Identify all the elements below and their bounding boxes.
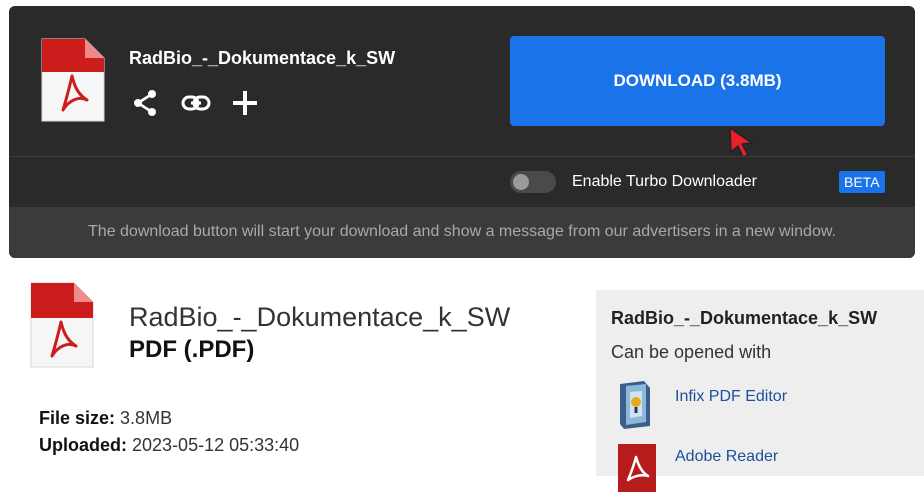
download-panel: RadBio_-_Dokumentace_k_SW DOWNLOAD (3.8M… (9, 6, 915, 258)
app-name-adobe[interactable]: Adobe Reader (675, 448, 778, 466)
turbo-toggle[interactable] (510, 171, 556, 193)
mouse-pointer-icon (727, 126, 755, 160)
pdf-file-icon (41, 38, 105, 122)
file-size: File size: 3.8MB (39, 408, 172, 429)
plus-icon[interactable] (230, 88, 260, 118)
open-with-panel: RadBio_-_Dokumentace_k_SW Can be opened … (596, 290, 924, 492)
app-name-infix[interactable]: Infix PDF Editor (675, 388, 787, 406)
download-notice: The download button will start your down… (88, 223, 836, 240)
pdf-file-icon-large (30, 282, 94, 368)
adobe-reader-icon (616, 442, 658, 492)
sidebar-file-title: RadBio_-_Dokumentace_k_SW (611, 308, 878, 328)
turbo-label: Enable Turbo Downloader (572, 173, 758, 190)
beta-badge: BETA (839, 171, 885, 193)
file-name: RadBio_-_Dokumentace_k_SW (129, 302, 511, 332)
file-type: PDF (.PDF) (129, 336, 255, 363)
upload-date: Uploaded: 2023-05-12 05:33:40 (39, 435, 299, 456)
sidebar-subtitle: Can be opened with (611, 342, 772, 362)
divider (9, 156, 915, 157)
toggle-knob (513, 174, 529, 190)
notice-bar: The download button will start your down… (9, 207, 915, 258)
file-size-label: File size: (39, 408, 116, 428)
share-icon[interactable] (131, 88, 161, 118)
infix-pdf-editor-icon (616, 380, 658, 430)
link-icon[interactable] (181, 88, 211, 118)
file-title: RadBio_-_Dokumentace_k_SW (129, 48, 396, 68)
download-button[interactable]: DOWNLOAD (3.8MB) (510, 36, 885, 126)
file-size-value: 3.8MB (120, 408, 173, 428)
upload-date-value: 2023-05-12 05:33:40 (132, 435, 300, 455)
upload-date-label: Uploaded: (39, 435, 127, 455)
